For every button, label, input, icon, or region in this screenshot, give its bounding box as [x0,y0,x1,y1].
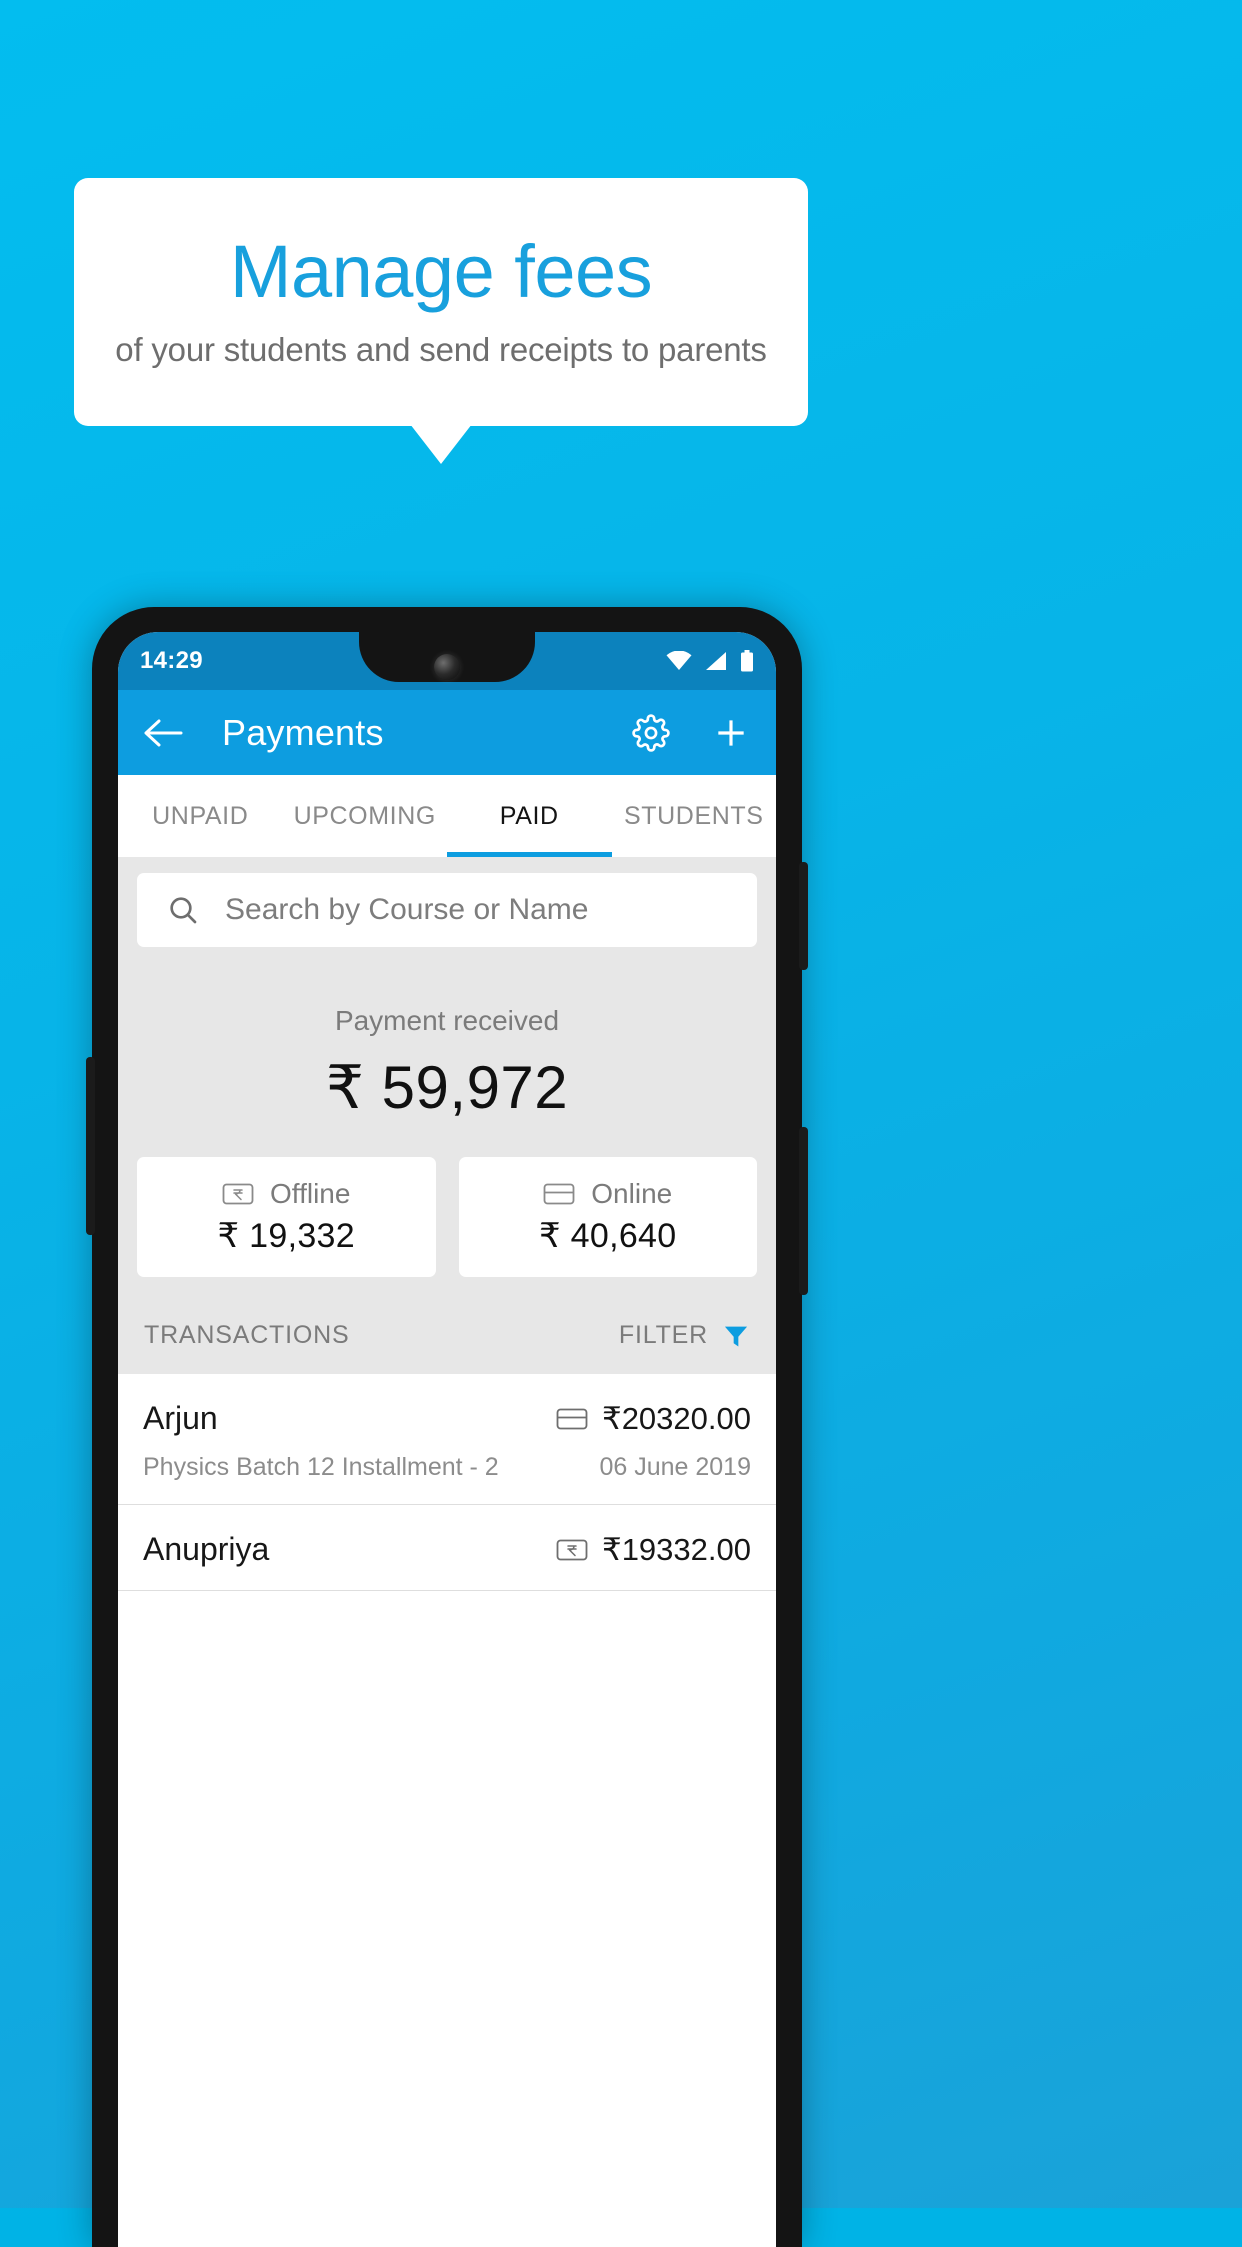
tab-students[interactable]: STUDENTS [612,775,777,857]
funnel-icon [722,1322,750,1350]
search-input[interactable]: Search by Course or Name [137,873,757,947]
phone-power-button [799,862,808,970]
online-payment-card[interactable]: Online ₹ 40,640 [458,1157,757,1277]
table-row[interactable]: Arjun ₹20320.00 Physics Batch 12 Install… [118,1374,776,1505]
payments-content: Search by Course or Name Payment receive… [118,857,776,1591]
transaction-amount-group: ₹19332.00 [556,1532,751,1568]
app-bar: Payments [118,690,776,775]
phone-volume-button [799,1127,808,1295]
filter-label: FILTER [618,1321,708,1349]
credit-card-icon [543,1182,575,1206]
phone-side-button [86,1057,95,1235]
tab-bar: UNPAID UPCOMING PAID STUDENTS [118,775,776,857]
plus-icon[interactable] [712,714,750,752]
rupee-note-icon [556,1538,588,1562]
search-section: Search by Course or Name [118,857,776,947]
promo-headline: Manage fees [229,230,653,313]
table-row[interactable]: Anupriya ₹19332.00 [118,1505,776,1591]
online-card-amount: ₹ 40,640 [539,1217,677,1255]
transaction-name: Arjun [143,1400,218,1436]
payment-summary: Payment received ₹ 59,972 [118,947,776,1123]
callout-tail [410,424,472,464]
transaction-description: Physics Batch 12 Installment - 2 [143,1453,499,1481]
app-bar-actions [632,713,750,752]
transaction-secondary-line: Physics Batch 12 Installment - 2 06 June… [143,1453,751,1482]
transaction-amount: ₹20320.00 [601,1400,751,1436]
filter-button[interactable]: FILTER [619,1321,750,1350]
front-camera [434,654,460,680]
transaction-amount-group: ₹20320.00 [556,1401,751,1437]
search-icon [167,894,199,926]
status-bar-icons [666,650,754,672]
online-card-label: Online [591,1178,673,1209]
page-title: Payments [222,711,384,753]
offline-card-label: Offline [270,1178,351,1209]
offline-payment-card[interactable]: Offline ₹ 19,332 [137,1157,436,1277]
arrow-left-icon[interactable] [144,718,184,748]
tab-unpaid[interactable]: UNPAID [118,775,283,857]
offline-card-amount: ₹ 19,332 [217,1217,355,1255]
transactions-title: TRANSACTIONS [144,1321,350,1349]
transactions-header: TRANSACTIONS FILTER [118,1277,776,1374]
transaction-primary-line: Anupriya ₹19332.00 [143,1531,751,1568]
transaction-amount: ₹19332.00 [601,1531,751,1567]
transaction-name: Anupriya [143,1531,270,1567]
search-placeholder-text: Search by Course or Name [225,893,589,926]
rupee-note-icon [222,1182,254,1206]
summary-amount: ₹ 59,972 [325,1054,569,1121]
gear-icon[interactable] [632,713,670,752]
status-bar: 14:29 [118,632,776,690]
transaction-date: 06 June 2019 [599,1453,751,1481]
status-bar-clock: 14:29 [140,647,203,674]
transactions-list: Arjun ₹20320.00 Physics Batch 12 Install… [118,1374,776,1591]
tab-paid[interactable]: PAID [447,775,612,857]
credit-card-icon [556,1407,588,1431]
online-card-head: Online [543,1178,672,1210]
payment-method-cards: Offline ₹ 19,332 Online ₹ 40,640 [118,1123,776,1277]
transaction-primary-line: Arjun ₹20320.00 [143,1400,751,1437]
tab-upcoming[interactable]: UPCOMING [283,775,448,857]
phone-screen: 14:29 Payments UNPAID UPCOMING PAID STUD… [118,632,776,2247]
summary-label: Payment received [334,1005,560,1036]
offline-card-head: Offline [222,1178,350,1210]
wifi-icon [666,651,692,671]
battery-icon [740,650,754,672]
promo-subheadline: of your students and send receipts to pa… [115,331,767,368]
phone-device-frame: 14:29 Payments UNPAID UPCOMING PAID STUD… [86,607,808,2247]
promo-callout-card: Manage fees of your students and send re… [74,178,808,426]
signal-icon [705,651,727,671]
